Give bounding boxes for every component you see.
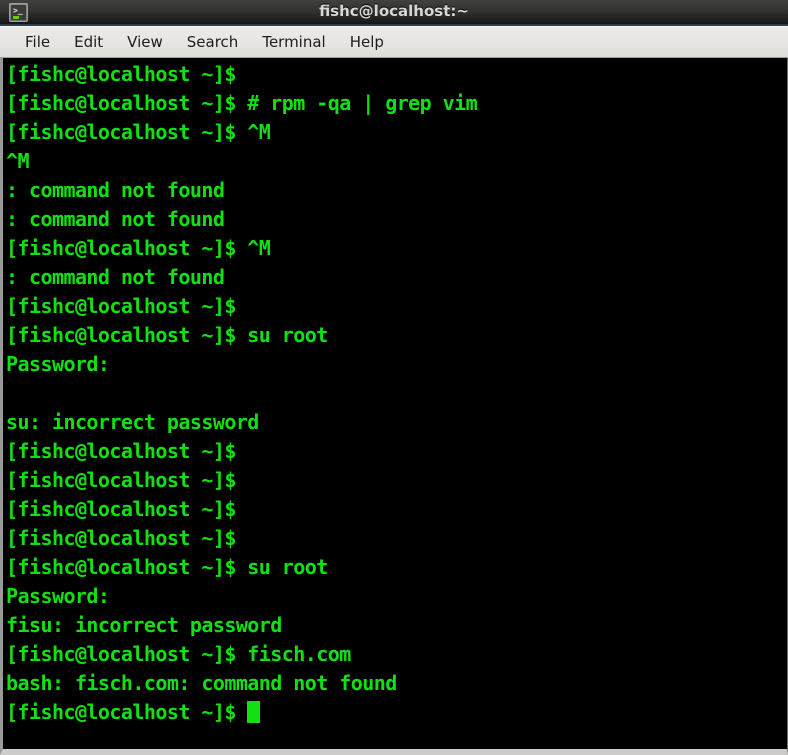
terminal-line: : command not found bbox=[6, 178, 225, 202]
terminal-icon: >_ bbox=[9, 2, 28, 22]
terminal-line: [fishc@localhost ~]$ bbox=[6, 294, 248, 318]
terminal-line: [fishc@localhost ~]$ # rpm -qa | grep vi… bbox=[6, 91, 478, 115]
terminal-line: fisu: incorrect password bbox=[6, 613, 282, 637]
terminal-line: [fishc@localhost ~]$ su root bbox=[6, 555, 328, 579]
terminal-line: [fishc@localhost ~]$ bbox=[6, 468, 248, 492]
terminal-window: >_ fishc@localhost:~ File Edit View Sear… bbox=[0, 0, 788, 755]
terminal-icon-led bbox=[13, 15, 19, 19]
terminal-line: [fishc@localhost ~]$ bbox=[6, 526, 248, 550]
menu-item-file[interactable]: File bbox=[16, 31, 59, 53]
terminal-screen-border: [fishc@localhost ~]$ [fishc@localhost ~]… bbox=[0, 58, 788, 755]
terminal-current-line: [fishc@localhost ~]$ bbox=[6, 698, 787, 727]
menu-item-terminal[interactable]: Terminal bbox=[253, 31, 334, 53]
terminal-line: [fishc@localhost ~]$ fisch.com bbox=[6, 642, 351, 666]
terminal-line: Password: bbox=[6, 352, 110, 376]
menu-item-edit[interactable]: Edit bbox=[65, 31, 112, 53]
terminal-line: Password: bbox=[6, 584, 110, 608]
menu-item-search[interactable]: Search bbox=[178, 31, 248, 53]
terminal-line: [fishc@localhost ~]$ bbox=[6, 439, 248, 463]
menu-bar: File Edit View Search Terminal Help bbox=[0, 26, 788, 58]
terminal-output[interactable]: [fishc@localhost ~]$ [fishc@localhost ~]… bbox=[3, 58, 787, 749]
terminal-line: [fishc@localhost ~]$ bbox=[6, 497, 248, 521]
terminal-line: ^M bbox=[6, 149, 30, 173]
terminal-line: [fishc@localhost ~]$ su root bbox=[6, 323, 328, 347]
menu-item-help[interactable]: Help bbox=[341, 31, 393, 53]
terminal-line: [fishc@localhost ~]$ ^M bbox=[6, 236, 271, 260]
terminal-line: su: incorrect password bbox=[6, 410, 259, 434]
terminal-line: bash: fisch.com: command not found bbox=[6, 671, 397, 695]
terminal-line: [fishc@localhost ~]$ ^M bbox=[6, 120, 271, 144]
menu-item-view[interactable]: View bbox=[118, 31, 172, 53]
terminal-icon-screen: >_ bbox=[11, 4, 26, 20]
window-title: fishc@localhost:~ bbox=[319, 2, 469, 20]
terminal-line: : command not found bbox=[6, 207, 225, 231]
title-bar[interactable]: >_ fishc@localhost:~ bbox=[0, 0, 788, 26]
terminal-line: [fishc@localhost ~]$ bbox=[6, 62, 248, 86]
terminal-icon-prompt-glyph: >_ bbox=[13, 5, 23, 15]
text-cursor bbox=[247, 701, 261, 723]
terminal-line: : command not found bbox=[6, 265, 225, 289]
